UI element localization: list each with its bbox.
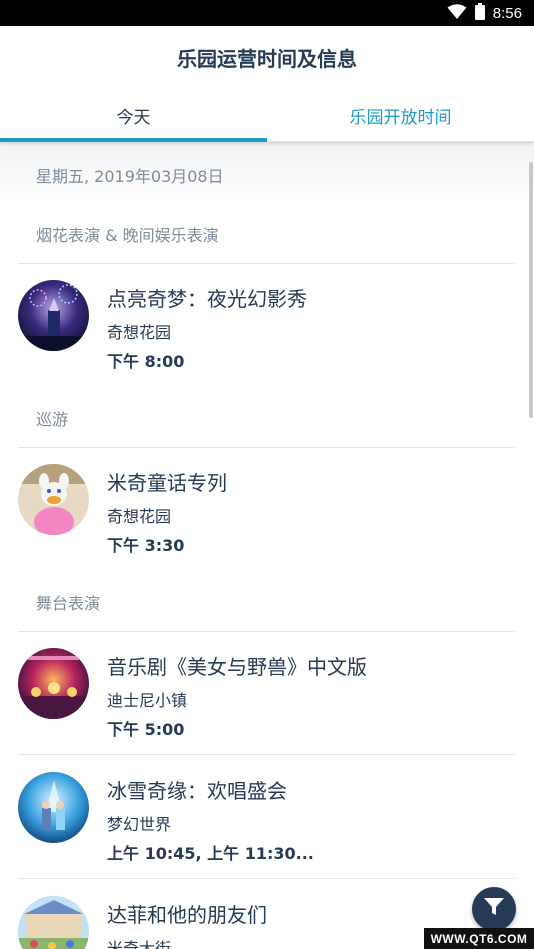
filter-icon (483, 897, 505, 921)
active-tab-indicator (0, 138, 267, 142)
show-thumbnail (18, 648, 89, 719)
list-item[interactable]: 点亮奇梦：夜光幻影秀 奇想花园 下午 8:00 (0, 264, 534, 374)
show-name: 冰雪奇缘：欢唱盛会 (107, 779, 287, 803)
filter-button[interactable] (472, 887, 516, 931)
tab-park-hours-label: 乐园开放时间 (349, 107, 452, 128)
status-bar: 8:56 (0, 0, 534, 26)
tab-bar: 今天 乐园开放时间 (0, 90, 534, 142)
app-header: 乐园运营时间及信息 (0, 26, 534, 90)
show-time: 上午 10:45, 上午 11:30... (107, 844, 314, 863)
section-header-parade: 巡游 (36, 410, 69, 429)
divider (18, 878, 516, 879)
show-thumbnail (18, 464, 89, 535)
wifi-icon (447, 3, 467, 24)
date-band: 星期五, 2019年03月08日 (0, 142, 534, 202)
tab-today-label: 今天 (116, 107, 151, 128)
show-location: 米奇大街 (107, 939, 172, 949)
list-item[interactable]: 冰雪奇缘：欢唱盛会 梦幻世界 上午 10:45, 上午 11:30... (0, 756, 534, 866)
date-label: 星期五, 2019年03月08日 (36, 167, 224, 186)
divider (18, 754, 516, 755)
tab-today[interactable]: 今天 (0, 90, 267, 140)
schedule-list[interactable]: 星期五, 2019年03月08日 烟花表演 & 晚间娱乐表演 点亮奇梦：夜光幻影… (0, 142, 534, 949)
show-thumbnail (18, 280, 89, 351)
show-time: 下午 8:00 (107, 352, 185, 371)
show-location: 奇想花园 (107, 323, 172, 342)
show-thumbnail (18, 896, 89, 949)
show-location: 迪士尼小镇 (107, 691, 188, 710)
show-name: 米奇童话专列 (107, 471, 227, 495)
list-item[interactable]: 音乐剧《美女与野兽》中文版 迪士尼小镇 下午 5:00 (0, 632, 534, 742)
show-time: 下午 5:00 (107, 720, 185, 739)
show-thumbnail (18, 772, 89, 843)
page-title: 乐园运营时间及信息 (177, 47, 357, 71)
show-location: 梦幻世界 (107, 815, 172, 834)
show-location: 奇想花园 (107, 507, 172, 526)
show-name: 音乐剧《美女与野兽》中文版 (107, 655, 367, 679)
section-header-stage: 舞台表演 (36, 594, 101, 613)
show-time: 下午 3:30 (107, 536, 185, 555)
section-header-fireworks: 烟花表演 & 晚间娱乐表演 (36, 226, 219, 245)
show-name: 达菲和他的朋友们 (107, 903, 267, 927)
status-time: 8:56 (492, 5, 522, 22)
tab-park-hours[interactable]: 乐园开放时间 (267, 90, 534, 140)
watermark: WWW.QT6.COM (424, 928, 534, 949)
show-name: 点亮奇梦：夜光幻影秀 (107, 287, 307, 311)
list-item[interactable]: 米奇童话专列 奇想花园 下午 3:30 (0, 448, 534, 558)
scrollbar[interactable] (529, 162, 533, 418)
battery-icon (474, 3, 485, 24)
